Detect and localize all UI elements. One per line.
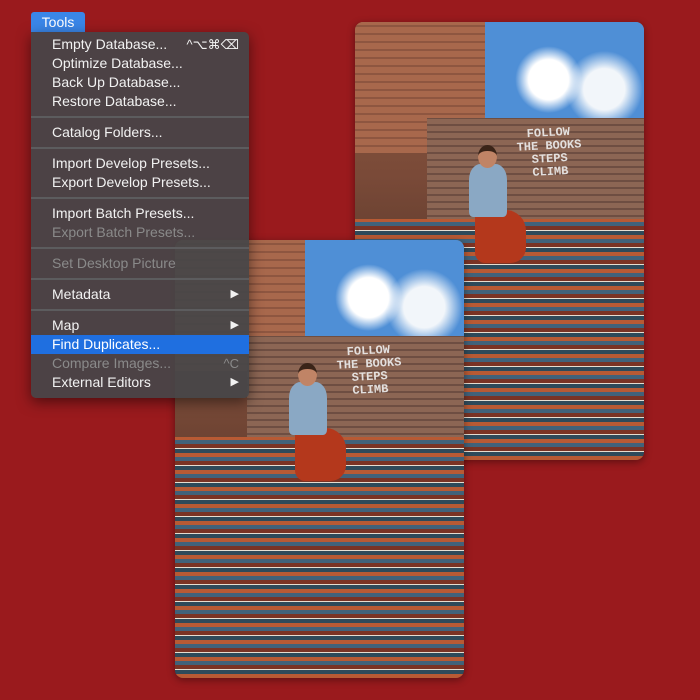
- menu-item-label: Import Batch Presets...: [52, 205, 195, 221]
- sky: [485, 22, 644, 119]
- menu-item-restore-database[interactable]: Restore Database...: [31, 92, 249, 111]
- menu-item-metadata[interactable]: Metadata ▶: [31, 285, 249, 304]
- menu-item-label: Restore Database...: [52, 93, 177, 109]
- menu-item-external-editors[interactable]: External Editors ▶: [31, 373, 249, 392]
- menu-item-optimize-database[interactable]: Optimize Database...: [31, 54, 249, 73]
- keyboard-shortcut: ^⌥⌘⌫: [186, 37, 239, 52]
- menu-item-label: External Editors: [52, 374, 151, 390]
- menu-item-import-batch-presets[interactable]: Import Batch Presets...: [31, 204, 249, 223]
- menu-item-catalog-folders[interactable]: Catalog Folders...: [31, 123, 249, 142]
- sky: [305, 240, 464, 337]
- menu-separator: [31, 116, 249, 118]
- submenu-arrow-icon: ▶: [230, 376, 239, 388]
- menu-item-label: Metadata: [52, 286, 111, 302]
- menu-item-import-develop-presets[interactable]: Import Develop Presets...: [31, 154, 249, 173]
- menu-item-export-batch-presets: Export Batch Presets...: [31, 223, 249, 242]
- menu-item-label: Compare Images...: [52, 355, 172, 371]
- menu-bar-tools[interactable]: Tools: [31, 12, 85, 32]
- menu-item-label: Map: [52, 317, 80, 333]
- menu-item-label: Back Up Database...: [52, 74, 181, 90]
- woman-reading: [279, 362, 346, 494]
- woman-reading: [459, 144, 526, 276]
- menu-item-label: Empty Database...: [52, 36, 168, 52]
- menu-item-label: Catalog Folders...: [52, 124, 163, 140]
- menu-item-map[interactable]: Map ▶: [31, 316, 249, 335]
- menu-item-find-duplicates[interactable]: Find Duplicates...: [31, 335, 249, 354]
- menu-item-label: Export Batch Presets...: [52, 224, 196, 240]
- menu-separator: [31, 147, 249, 149]
- menu-separator: [31, 278, 249, 280]
- menu-separator: [31, 247, 249, 249]
- menu-separator: [31, 197, 249, 199]
- submenu-arrow-icon: ▶: [230, 288, 239, 300]
- submenu-arrow-icon: ▶: [230, 319, 239, 331]
- wall-graffiti: FOLLOW THE BOOKS STEPS CLIMB: [516, 125, 582, 181]
- menu-item-export-develop-presets[interactable]: Export Develop Presets...: [31, 173, 249, 192]
- menu-item-empty-database[interactable]: Empty Database... ^⌥⌘⌫: [31, 35, 249, 54]
- tools-menu: Empty Database... ^⌥⌘⌫ Optimize Database..…: [31, 32, 249, 398]
- menu-item-label: Optimize Database...: [52, 55, 183, 71]
- menu-separator: [31, 309, 249, 311]
- wall-graffiti: FOLLOW THE BOOKS STEPS CLIMB: [336, 343, 402, 399]
- menu-item-label: Set Desktop Picture: [52, 255, 176, 271]
- menu-item-compare-images: Compare Images... ^C: [31, 354, 249, 373]
- menu-item-back-up-database[interactable]: Back Up Database...: [31, 73, 249, 92]
- keyboard-shortcut: ^C: [223, 356, 240, 371]
- menu-item-label: Import Develop Presets...: [52, 155, 210, 171]
- menu-item-label: Export Develop Presets...: [52, 174, 211, 190]
- menu-item-label: Find Duplicates...: [52, 336, 161, 352]
- menu-item-set-desktop-picture: Set Desktop Picture: [31, 254, 249, 273]
